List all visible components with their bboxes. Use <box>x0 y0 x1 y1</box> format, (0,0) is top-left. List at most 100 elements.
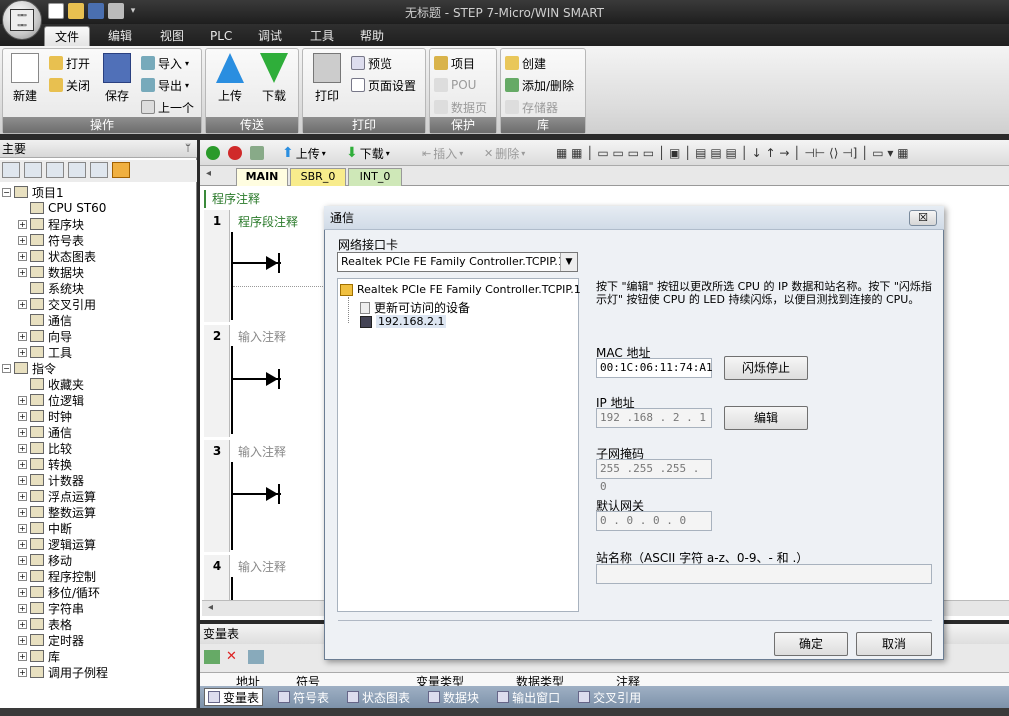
program-comment-row[interactable]: 程序注释 <box>204 190 324 208</box>
tree-item[interactable]: + 移位/循环 <box>18 584 100 600</box>
view-icon-5[interactable] <box>90 162 108 178</box>
expand-icon[interactable]: + <box>18 219 27 229</box>
editor-upload-button[interactable]: ⬆ 上传 ▾ <box>282 145 326 161</box>
collapse-icon[interactable]: − <box>2 187 11 197</box>
expand-icon[interactable]: + <box>18 571 27 581</box>
tree-item[interactable]: + 通信 <box>18 424 72 440</box>
tree-item[interactable]: + 表格 <box>18 616 72 632</box>
pin-icon[interactable]: ᛘ <box>185 140 191 158</box>
compile-button[interactable] <box>250 145 264 161</box>
export-button[interactable]: 导出 ▾ <box>141 75 189 95</box>
expand-icon[interactable]: + <box>18 651 27 661</box>
tab-output-window[interactable]: 输出窗口 <box>494 688 563 706</box>
expand-icon[interactable]: + <box>18 491 27 501</box>
tab-help[interactable]: 帮助 <box>350 26 394 46</box>
previous-button[interactable]: 上一个 <box>141 97 194 117</box>
expand-icon[interactable]: + <box>18 507 27 517</box>
tree-item[interactable]: CPU ST60 <box>18 200 106 216</box>
cancel-button[interactable]: 取消 <box>856 632 932 656</box>
tab-plc[interactable]: PLC <box>200 26 242 46</box>
rung-comment[interactable]: 输入注释 <box>238 328 286 345</box>
editor-download-button[interactable]: ⬇ 下载 ▾ <box>346 145 390 161</box>
tree-item[interactable]: + 数据块 <box>18 264 84 280</box>
expand-icon[interactable]: + <box>18 347 27 357</box>
tree-item[interactable]: + 定时器 <box>18 632 84 648</box>
expand-icon[interactable]: + <box>18 603 27 613</box>
new-button[interactable]: 新建 <box>5 53 45 109</box>
tab-variable-table[interactable]: 变量表 <box>204 688 264 706</box>
open-button[interactable]: 打开 <box>49 53 90 73</box>
tree-item[interactable]: + 工具 <box>18 344 72 360</box>
station-name-field[interactable] <box>596 564 932 584</box>
expand-icon[interactable]: + <box>18 459 27 469</box>
tree-item[interactable]: + 符号表 <box>18 232 84 248</box>
editor-tools-strip[interactable]: ▦ ▦ │ ▭ ▭ ▭ ▭ │ ▣ │ ▤ ▤ ▤ │ ↓ ↑ → │ ⊣⊢ ⟨… <box>556 145 909 161</box>
expand-icon[interactable]: + <box>18 331 27 341</box>
tree-item[interactable]: + 移动 <box>18 552 72 568</box>
tree-item[interactable]: + 时钟 <box>18 408 72 424</box>
protect-pou-button[interactable]: POU <box>434 75 476 95</box>
ok-button[interactable]: 确定 <box>774 632 848 656</box>
upload-button[interactable]: 上传 <box>210 53 250 109</box>
tree-item[interactable]: + 程序块 <box>18 216 84 232</box>
tree-item[interactable]: + 字符串 <box>18 600 84 616</box>
tab-view[interactable]: 视图 <box>150 26 194 46</box>
tree-item[interactable]: 通信 <box>18 312 72 328</box>
scroll-left-icon[interactable]: ◂ <box>208 602 213 613</box>
print-button[interactable]: 打印 <box>307 53 347 109</box>
expand-icon[interactable]: + <box>18 267 27 277</box>
expand-icon[interactable]: + <box>18 427 27 437</box>
expand-icon[interactable]: + <box>18 395 27 405</box>
library-memory-button[interactable]: 存储器 <box>505 97 558 117</box>
tree-item[interactable]: + 向导 <box>18 328 72 344</box>
tree-item[interactable]: − 项目1 <box>2 184 64 200</box>
ip-field[interactable]: 192 .168 . 2 . 1 <box>596 408 712 428</box>
expand-icon[interactable]: + <box>18 251 27 261</box>
expand-icon[interactable]: + <box>18 475 27 485</box>
expand-icon[interactable]: + <box>18 235 27 245</box>
expand-icon[interactable]: + <box>18 667 27 677</box>
tab-int0[interactable]: INT_0 <box>348 168 402 186</box>
tree-item[interactable]: + 逻辑运算 <box>18 536 96 552</box>
gateway-field[interactable]: 0 . 0 . 0 . 0 <box>596 511 712 531</box>
view-icon-1[interactable] <box>2 162 20 178</box>
tree-item[interactable]: + 调用子例程 <box>18 664 108 680</box>
tree-item[interactable]: 系统块 <box>18 280 84 296</box>
import-button[interactable]: 导入 ▾ <box>141 53 189 73</box>
tab-cross-reference[interactable]: 交叉引用 <box>575 688 644 706</box>
tree-item[interactable]: − 指令 <box>2 360 56 376</box>
tab-sbr0[interactable]: SBR_0 <box>290 168 346 186</box>
expand-icon[interactable]: + <box>18 443 27 453</box>
tab-scroll-left-icon[interactable]: ◂ <box>206 168 211 179</box>
delete-row-icon[interactable]: ✕ <box>226 650 242 664</box>
tree-item[interactable]: + 程序控制 <box>18 568 96 584</box>
expand-icon[interactable]: + <box>18 555 27 565</box>
close-icon[interactable]: ☒ <box>909 210 937 226</box>
tab-symbol-table[interactable]: 符号表 <box>275 688 332 706</box>
subnet-field[interactable]: 255 .255 .255 . 0 <box>596 459 712 493</box>
tree-item[interactable]: + 库 <box>18 648 60 664</box>
delete-button[interactable]: ✕ 删除 ▾ <box>484 145 525 161</box>
device-item[interactable]: 192.168.2.1 <box>360 315 447 328</box>
tab-edit[interactable]: 编辑 <box>98 26 142 46</box>
expand-icon[interactable]: + <box>18 587 27 597</box>
tab-file[interactable]: 文件 <box>44 26 91 46</box>
protect-project-button[interactable]: 项目 <box>434 53 475 73</box>
tab-data-block[interactable]: 数据块 <box>425 688 482 706</box>
tab-main[interactable]: MAIN <box>236 168 288 186</box>
tree-item[interactable]: + 计数器 <box>18 472 84 488</box>
view-icon-6[interactable] <box>112 162 130 178</box>
edit-button[interactable]: 编辑 <box>724 406 808 430</box>
chevron-down-icon[interactable]: ▼ <box>560 253 577 271</box>
rung-comment[interactable]: 程序段注释 <box>238 213 298 230</box>
app-menu-button[interactable]: ▭▭ ▭▭ <box>2 0 42 40</box>
device-tree-root[interactable]: Realtek PCIe FE Family Controller.TCPIP.… <box>340 283 581 296</box>
tree-item[interactable]: + 转换 <box>18 456 72 472</box>
tree-item[interactable]: + 整数运算 <box>18 504 96 520</box>
expand-icon[interactable]: + <box>18 635 27 645</box>
download-button[interactable]: 下载 <box>254 53 294 109</box>
expand-icon[interactable]: + <box>18 619 27 629</box>
view-icon-3[interactable] <box>46 162 64 178</box>
view-icon-2[interactable] <box>24 162 42 178</box>
expand-icon[interactable]: + <box>18 299 27 309</box>
